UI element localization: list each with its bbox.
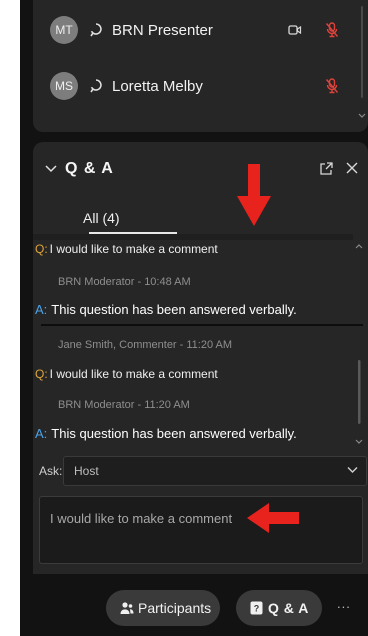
participant-row[interactable]: MT BRN Presenter — [33, 10, 368, 50]
annotation-arrow-down-icon — [237, 164, 271, 226]
question-text: I would like to make a comment — [49, 367, 218, 381]
avatar: MT — [50, 16, 78, 44]
ask-label: Ask: — [39, 464, 63, 478]
question-text: I would like to make a comment — [49, 242, 218, 256]
participants-scrollbar[interactable] — [358, 6, 366, 124]
ask-recipient-select[interactable]: Host — [63, 456, 367, 486]
question-item: Q: I would like to make a comment — [35, 367, 218, 381]
close-icon[interactable] — [345, 161, 359, 175]
answer-item: A: This question has been answered verbal… — [35, 302, 297, 317]
chevron-down-icon — [347, 467, 358, 473]
annotation-arrow-left-icon — [247, 503, 299, 533]
qa-icon: ? — [250, 601, 263, 615]
mic-muted-icon[interactable] — [325, 78, 339, 94]
participant-name: BRN Presenter — [112, 21, 213, 39]
participant-row[interactable]: MS Loretta Melby — [33, 66, 368, 106]
ask-row: Ask: Host — [39, 456, 367, 486]
question-meta: Jane Smith, Commenter - 11:20 AM — [58, 339, 233, 351]
video-icon[interactable] — [288, 24, 302, 36]
audio-connected-icon — [90, 23, 102, 37]
answer-prefix: A: — [35, 302, 48, 317]
answer-meta: BRN Moderator - 11:20 AM — [58, 399, 190, 411]
avatar: MS — [50, 72, 78, 100]
svg-text:?: ? — [254, 604, 260, 614]
bottom-toolbar: Participants ? Q & A ... — [20, 576, 368, 636]
ask-recipient-value: Host — [74, 464, 99, 478]
mic-muted-icon[interactable] — [325, 22, 339, 38]
qa-button[interactable]: ? Q & A — [236, 590, 322, 626]
qa-header: Q & A — [33, 142, 368, 198]
qa-panel: Q & A All (4) Q: I would like to make a c… — [33, 142, 368, 574]
participant-name: Loretta Melby — [112, 77, 203, 95]
qa-list: Q: I would like to make a comment BRN Mod… — [33, 234, 368, 448]
question-item: Q: I would like to make a comment — [35, 242, 218, 256]
app-window: MT BRN Presenter MS Loretta Melby Q & A … — [20, 0, 368, 636]
participants-icon — [120, 602, 134, 614]
chevron-down-icon[interactable] — [45, 164, 57, 174]
qa-button-label: Q & A — [268, 600, 309, 616]
list-top-strip — [33, 234, 353, 240]
participants-button[interactable]: Participants — [106, 590, 220, 626]
more-options-button[interactable]: ... — [337, 596, 351, 611]
qa-scrollbar[interactable] — [354, 240, 364, 450]
participants-panel: MT BRN Presenter MS Loretta Melby — [33, 0, 368, 132]
divider — [41, 324, 363, 326]
question-prefix: Q: — [35, 367, 48, 381]
answer-text: This question has been answered verbally… — [51, 426, 297, 441]
question-input[interactable]: I would like to make a comment — [39, 496, 363, 564]
popout-icon[interactable] — [319, 162, 333, 176]
question-prefix: Q: — [35, 242, 48, 256]
question-input-text: I would like to make a comment — [50, 511, 233, 526]
answer-prefix: A: — [35, 426, 48, 441]
qa-panel-title: Q & A — [65, 160, 114, 177]
tab-all[interactable]: All (4) — [63, 200, 177, 234]
audio-connected-icon — [90, 79, 102, 93]
answer-item: A: This question has been answered verbal… — [35, 426, 297, 441]
answer-meta: BRN Moderator - 10:48 AM — [58, 276, 191, 288]
participants-button-label: Participants — [138, 600, 212, 616]
tab-all-label: All (4) — [83, 210, 120, 226]
answer-text: This question has been answered verbally… — [51, 302, 297, 317]
